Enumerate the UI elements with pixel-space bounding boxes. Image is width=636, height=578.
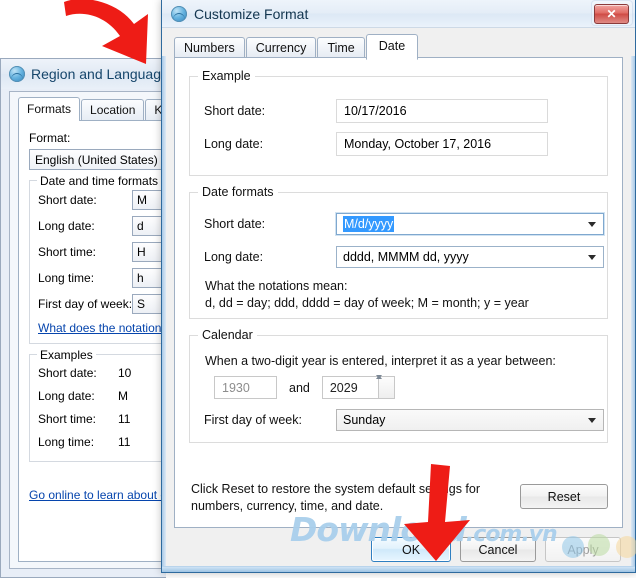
tab-numbers[interactable]: Numbers <box>174 37 245 59</box>
region-example-long-time-value: 11 <box>118 434 131 449</box>
region-datetime-group-title: Date and time formats <box>37 174 162 188</box>
region-notation-link[interactable]: What does the notation <box>38 321 166 335</box>
long-date-format-combo[interactable]: dddd, MMMM dd, yyyy <box>336 246 604 268</box>
chevron-down-icon[interactable] <box>588 418 596 423</box>
first-day-of-week-value: Sunday <box>343 413 386 427</box>
region-example-short-time-label: Short time: <box>38 411 97 426</box>
apply-button: Apply <box>545 537 621 562</box>
region-example-long-time: Long time: 11 <box>38 430 166 453</box>
region-tab-location[interactable]: Location <box>81 99 145 121</box>
example-long-date-row: Long date: Monday, October 17, 2016 <box>204 132 548 156</box>
region-formats-page: Format: English (United States) Date and… <box>18 120 166 562</box>
region-and-language-window[interactable]: Region and Language Formats Location Key… <box>0 58 166 578</box>
calendar-group-title: Calendar <box>198 328 257 342</box>
dialog-button-bar: OK Cancel Apply <box>371 537 621 562</box>
chevron-down-icon[interactable] <box>588 255 596 260</box>
region-window-titlebar: Region and Language <box>1 59 166 89</box>
date-tab-page: Example Short date: 10/17/2016 Long date… <box>174 57 623 528</box>
short-date-format-value: M/d/yyyy <box>343 216 395 232</box>
dialog-title: Customize Format <box>194 5 309 22</box>
first-day-of-week-combo[interactable]: Sunday <box>336 409 604 431</box>
ok-button[interactable]: OK <box>371 537 451 562</box>
region-format-combo[interactable]: English (United States) <box>29 149 166 170</box>
spinner-buttons[interactable] <box>377 376 395 399</box>
first-day-of-week-row: First day of week: Sunday <box>204 409 604 431</box>
short-date-format-row: Short date: M/d/yyyy <box>204 213 604 235</box>
chevron-down-icon[interactable] <box>588 222 596 227</box>
year-from-input[interactable]: 1930 <box>214 376 277 399</box>
notations-heading: What the notations mean: <box>205 279 348 293</box>
region-long-date-label: Long date: <box>38 219 95 233</box>
reset-button[interactable]: Reset <box>520 484 608 509</box>
region-short-time-label: Short time: <box>38 245 97 259</box>
region-window-body: Formats Location Keyboard Format: Englis… <box>9 91 166 569</box>
region-row-short-time: Short time: H <box>38 239 166 265</box>
dialog-tab-strip[interactable]: Numbers Currency Time Date <box>174 34 419 60</box>
tab-date[interactable]: Date <box>365 34 419 60</box>
example-group: Example Short date: 10/17/2016 Long date… <box>189 69 608 176</box>
example-short-date-label: Short date: <box>204 104 266 118</box>
region-example-short-time: Short time: 11 <box>38 407 166 430</box>
example-short-date-value: 10/17/2016 <box>336 99 548 123</box>
region-example-long-time-label: Long time: <box>38 434 95 449</box>
region-tab-strip[interactable]: Formats Location Keyboard <box>18 97 166 121</box>
globe-icon <box>9 66 25 82</box>
region-example-long-date-label: Long date: <box>38 388 95 403</box>
tab-currency[interactable]: Currency <box>245 37 317 59</box>
year-to-input[interactable]: 2029 <box>321 376 378 399</box>
two-digit-year-text: When a two-digit year is entered, interp… <box>205 354 556 368</box>
close-icon[interactable]: ✕ <box>594 4 629 24</box>
region-example-short-time-value: 11 <box>118 411 131 426</box>
first-day-of-week-label: First day of week: <box>204 413 302 427</box>
reset-note: Click Reset to restore the system defaul… <box>191 481 481 515</box>
region-examples-group: Examples Short date: 10 Long date: M Sho… <box>29 348 166 462</box>
region-datetime-group: Date and time formats Short date: M Long… <box>29 174 166 344</box>
globe-icon <box>171 5 187 22</box>
dialog-bottom-edge <box>162 566 635 572</box>
region-row-short-date: Short date: M <box>38 187 166 213</box>
region-example-short-date: Short date: 10 <box>38 361 166 384</box>
region-short-date-label: Short date: <box>38 193 97 207</box>
and-label: and <box>289 380 310 395</box>
cancel-button[interactable]: Cancel <box>460 537 536 562</box>
region-long-time-label: Long time: <box>38 271 95 285</box>
short-date-format-label: Short date: <box>204 217 266 231</box>
year-range-row: 1930 and 2029 <box>214 376 395 399</box>
region-format-label: Format: <box>29 131 71 145</box>
region-first-day-label: First day of week: <box>38 297 133 311</box>
dialog-right-edge <box>631 56 635 572</box>
date-formats-group-title: Date formats <box>198 185 278 199</box>
calendar-group: Calendar When a two-digit year is entere… <box>189 328 608 443</box>
region-online-link[interactable]: Go online to learn about c <box>29 488 166 502</box>
example-short-date-row: Short date: 10/17/2016 <box>204 99 548 123</box>
date-formats-group: Date formats Short date: M/d/yyyy Long d… <box>189 185 608 319</box>
long-date-format-value: dddd, MMMM dd, yyyy <box>343 250 469 264</box>
dialog-client-area: Numbers Currency Time Date Example Short… <box>162 28 635 572</box>
region-tab-formats[interactable]: Formats <box>18 97 81 121</box>
long-date-format-row: Long date: dddd, MMMM dd, yyyy <box>204 246 604 268</box>
short-date-format-combo[interactable]: M/d/yyyy <box>336 213 604 235</box>
customize-format-dialog: Customize Format ✕ Numbers Currency Time… <box>161 0 636 573</box>
region-example-long-date: Long date: M <box>38 384 166 407</box>
example-long-date-label: Long date: <box>204 137 264 151</box>
region-example-short-date-label: Short date: <box>38 365 97 380</box>
year-to-stepper[interactable]: 2029 <box>321 376 395 399</box>
region-example-long-date-value: M <box>118 388 128 403</box>
reset-note-line1: Click Reset to restore the system defaul… <box>191 482 481 496</box>
long-date-format-label: Long date: <box>204 250 264 264</box>
region-row-first-day: First day of week: S <box>38 291 166 317</box>
tab-time[interactable]: Time <box>317 37 365 59</box>
region-examples-group-title: Examples <box>37 348 96 362</box>
example-group-title: Example <box>198 69 255 83</box>
region-window-title: Region and Language <box>31 66 166 82</box>
notations-body: d, dd = day; ddd, dddd = day of week; M … <box>205 296 529 310</box>
screen-root: Region and Language Formats Location Key… <box>0 0 636 578</box>
region-example-short-date-value: 10 <box>118 365 132 380</box>
reset-note-line2: numbers, currency, time, and date. <box>191 499 384 513</box>
region-row-long-time: Long time: h <box>38 265 166 291</box>
example-long-date-value: Monday, October 17, 2016 <box>336 132 548 156</box>
dialog-titlebar: Customize Format ✕ <box>162 0 635 28</box>
dialog-left-edge <box>162 56 166 572</box>
region-row-long-date: Long date: d <box>38 213 166 239</box>
